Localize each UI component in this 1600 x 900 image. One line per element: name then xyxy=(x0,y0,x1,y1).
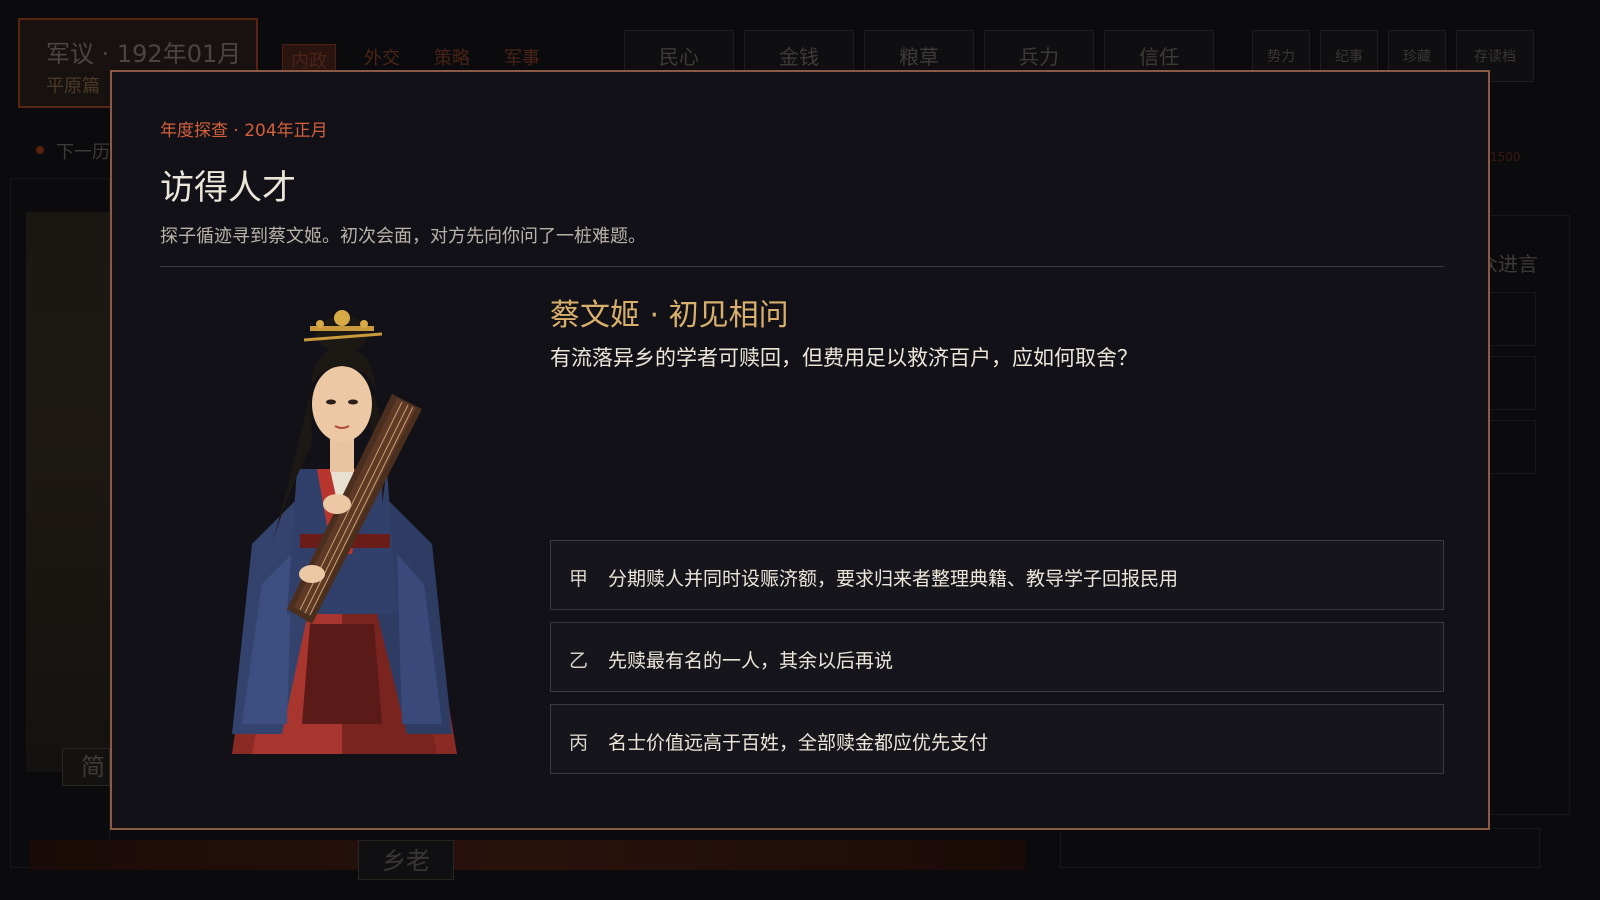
option-mark: 甲 xyxy=(569,568,589,590)
bottom-right-panel xyxy=(1060,828,1540,868)
option-c-button[interactable]: 丙 名士价值远高于百姓，全部赎金都应优先支付 xyxy=(550,704,1444,774)
talent-found-dialog: 年度探查 · 204年正月 访得人才 探子循迹寻到蔡文姬。初次会面，对方先向你问… xyxy=(110,70,1490,830)
right-value: 1500 xyxy=(1490,150,1521,164)
option-b-button[interactable]: 乙 先赎最有名的一人，其余以后再说 xyxy=(550,622,1444,692)
next-dot-icon xyxy=(36,146,44,154)
question-text: 有流落异乡的学者可赎回，但费用足以救济百户，应如何取舍？ xyxy=(550,346,1138,370)
bottom-bar xyxy=(30,840,1025,870)
character-portrait xyxy=(232,310,457,754)
game-title: 军议 · 192年01月 xyxy=(46,40,242,68)
left-portrait-art xyxy=(26,212,110,772)
dialog-description: 探子循迹寻到蔡文姬。初次会面，对方先向你问了一桩难题。 xyxy=(160,226,646,247)
option-text: 分期赎人并同时设赈济额，要求归来者整理典籍、教导学子回报民用 xyxy=(608,568,1179,590)
dialog-kicker: 年度探查 · 204年正月 xyxy=(160,121,328,141)
option-mark: 丙 xyxy=(569,732,589,754)
option-text: 先赎最有名的一人，其余以后再说 xyxy=(608,650,894,672)
option-text: 名士价值远高于百姓，全部赎金都应优先支付 xyxy=(608,732,989,754)
bottom-portrait-label: 乡老 xyxy=(358,840,454,880)
game-subtitle: 平原篇 xyxy=(46,76,100,97)
dialog-title: 访得人才 xyxy=(160,168,296,208)
next-label: 下一历 xyxy=(56,142,110,163)
left-portrait-label: 简 xyxy=(62,748,110,786)
divider xyxy=(160,266,1444,267)
option-a-button[interactable]: 甲 分期赎人并同时设赈济额，要求归来者整理典籍、教导学子回报民用 xyxy=(550,540,1444,610)
question-title: 蔡文姬 · 初见相问 xyxy=(550,298,789,333)
option-mark: 乙 xyxy=(569,650,589,672)
